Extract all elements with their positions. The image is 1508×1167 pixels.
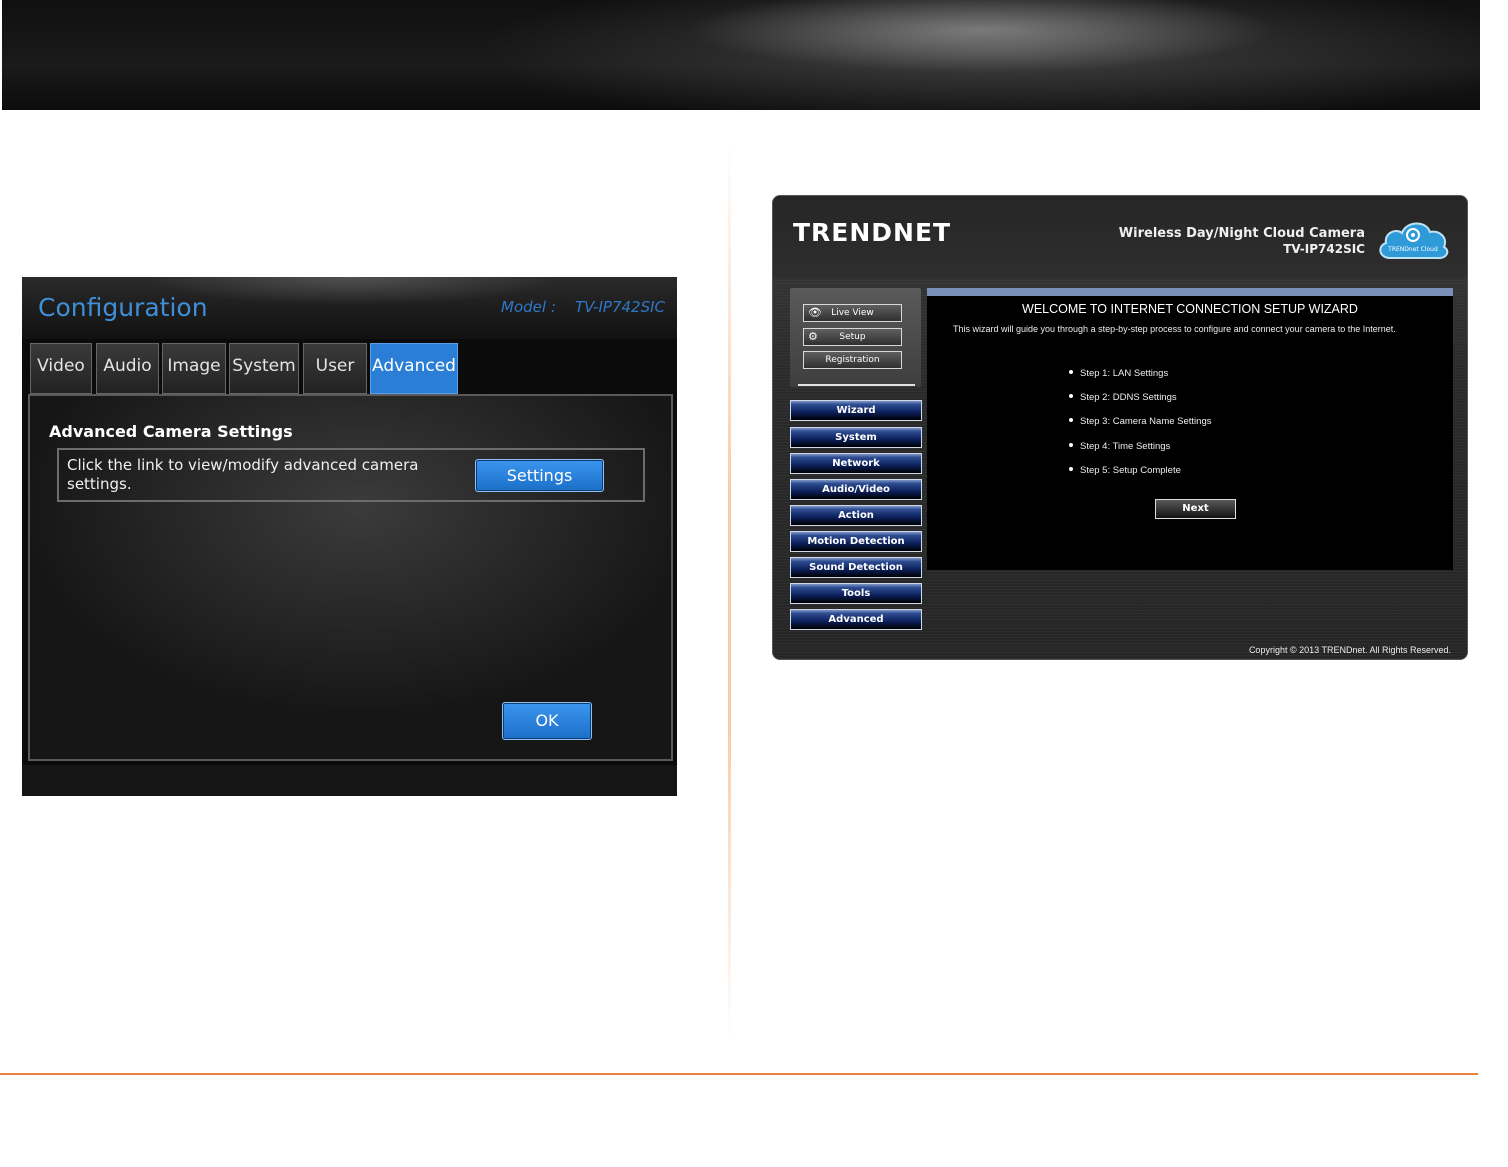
settings-button[interactable]: Settings xyxy=(475,459,604,492)
dialog-footer xyxy=(22,765,677,796)
tab-user[interactable]: User xyxy=(303,343,367,394)
nav-network[interactable]: Network xyxy=(790,453,922,474)
model-label: Model : TV-IP742SIC xyxy=(501,298,665,316)
nav-wizard[interactable]: Wizard xyxy=(790,400,922,421)
nav-system[interactable]: System xyxy=(790,427,922,448)
nav-sound-detection[interactable]: Sound Detection xyxy=(790,557,922,578)
cloud-badge-label: TRENDnet Cloud xyxy=(1388,246,1438,253)
web-header: TRENDNET Wireless Day/Night Cloud Camera… xyxy=(773,196,1467,278)
gear-icon: ⚙ xyxy=(808,330,818,343)
bullet-icon xyxy=(1069,394,1073,398)
wizard-step: Step 1: LAN Settings xyxy=(1069,368,1168,379)
bullet-icon xyxy=(1069,418,1073,422)
column-divider xyxy=(728,140,731,1040)
eye-icon: 👁 xyxy=(808,306,822,319)
nav-motion-detection[interactable]: Motion Detection xyxy=(790,531,922,552)
bullet-icon xyxy=(1069,467,1073,471)
product-name: Wireless Day/Night Cloud Camera xyxy=(1118,226,1365,241)
quick-access-panel: 👁 Live View ⚙ Setup Registration xyxy=(790,288,921,387)
page-header-banner xyxy=(2,0,1480,110)
advanced-settings-row: Click the link to view/modify advanced c… xyxy=(57,448,645,502)
cloud-badge-icon: TRENDnet Cloud xyxy=(1376,218,1450,262)
ok-button[interactable]: OK xyxy=(502,702,592,740)
step-label: Step 5: Setup Complete xyxy=(1080,465,1181,476)
step-label: Step 2: DDNS Settings xyxy=(1080,392,1177,403)
nav-audio-video[interactable]: Audio/Video xyxy=(790,479,922,500)
setup-label: Setup xyxy=(839,332,866,342)
panel-divider xyxy=(798,384,915,386)
settings-description: Click the link to view/modify advanced c… xyxy=(67,456,419,493)
camera-web-ui: TRENDNET Wireless Day/Night Cloud Camera… xyxy=(772,195,1468,660)
setup-wizard-panel: WELCOME TO INTERNET CONNECTION SETUP WIZ… xyxy=(927,288,1453,570)
product-model: TV-IP742SIC xyxy=(1283,242,1365,256)
live-view-label: Live View xyxy=(831,308,874,318)
tab-audio[interactable]: Audio xyxy=(96,343,159,394)
nav-tools[interactable]: Tools xyxy=(790,583,922,604)
registration-button[interactable]: Registration xyxy=(803,351,902,369)
tab-system[interactable]: System xyxy=(229,343,299,394)
section-title: Advanced Camera Settings xyxy=(49,422,293,441)
next-button[interactable]: Next xyxy=(1155,499,1236,519)
trendnet-logo: TRENDNET xyxy=(793,218,952,247)
step-label: Step 3: Camera Name Settings xyxy=(1080,416,1212,427)
wizard-title: WELCOME TO INTERNET CONNECTION SETUP WIZ… xyxy=(1022,302,1358,316)
step-label: Step 4: Time Settings xyxy=(1080,441,1171,452)
wizard-description: This wizard will guide you through a ste… xyxy=(953,324,1396,334)
configuration-dialog: Configuration Model : TV-IP742SIC Video … xyxy=(22,277,677,796)
dialog-title: Configuration xyxy=(38,293,208,322)
dialog-body: Advanced Camera Settings Click the link … xyxy=(28,394,673,761)
step-label: Step 1: LAN Settings xyxy=(1080,368,1169,379)
tab-advanced[interactable]: Advanced xyxy=(370,343,458,394)
live-view-button[interactable]: 👁 Live View xyxy=(803,304,902,322)
bullet-icon xyxy=(1069,370,1073,374)
nav-action[interactable]: Action xyxy=(790,505,922,526)
dialog-header: Configuration Model : TV-IP742SIC xyxy=(22,277,677,339)
nav-advanced[interactable]: Advanced xyxy=(790,609,922,630)
tab-image[interactable]: Image xyxy=(162,343,226,394)
wizard-step: Step 2: DDNS Settings xyxy=(1069,392,1177,403)
bullet-icon xyxy=(1069,443,1073,447)
tab-video[interactable]: Video xyxy=(30,343,92,394)
footer-rule xyxy=(0,1073,1478,1075)
wizard-step: Step 5: Setup Complete xyxy=(1069,465,1181,476)
copyright-text: Copyright © 2013 TRENDnet. All Rights Re… xyxy=(1248,645,1451,655)
setup-button[interactable]: ⚙ Setup xyxy=(803,328,902,346)
wizard-step: Step 4: Time Settings xyxy=(1069,441,1170,452)
wizard-step: Step 3: Camera Name Settings xyxy=(1069,416,1211,427)
